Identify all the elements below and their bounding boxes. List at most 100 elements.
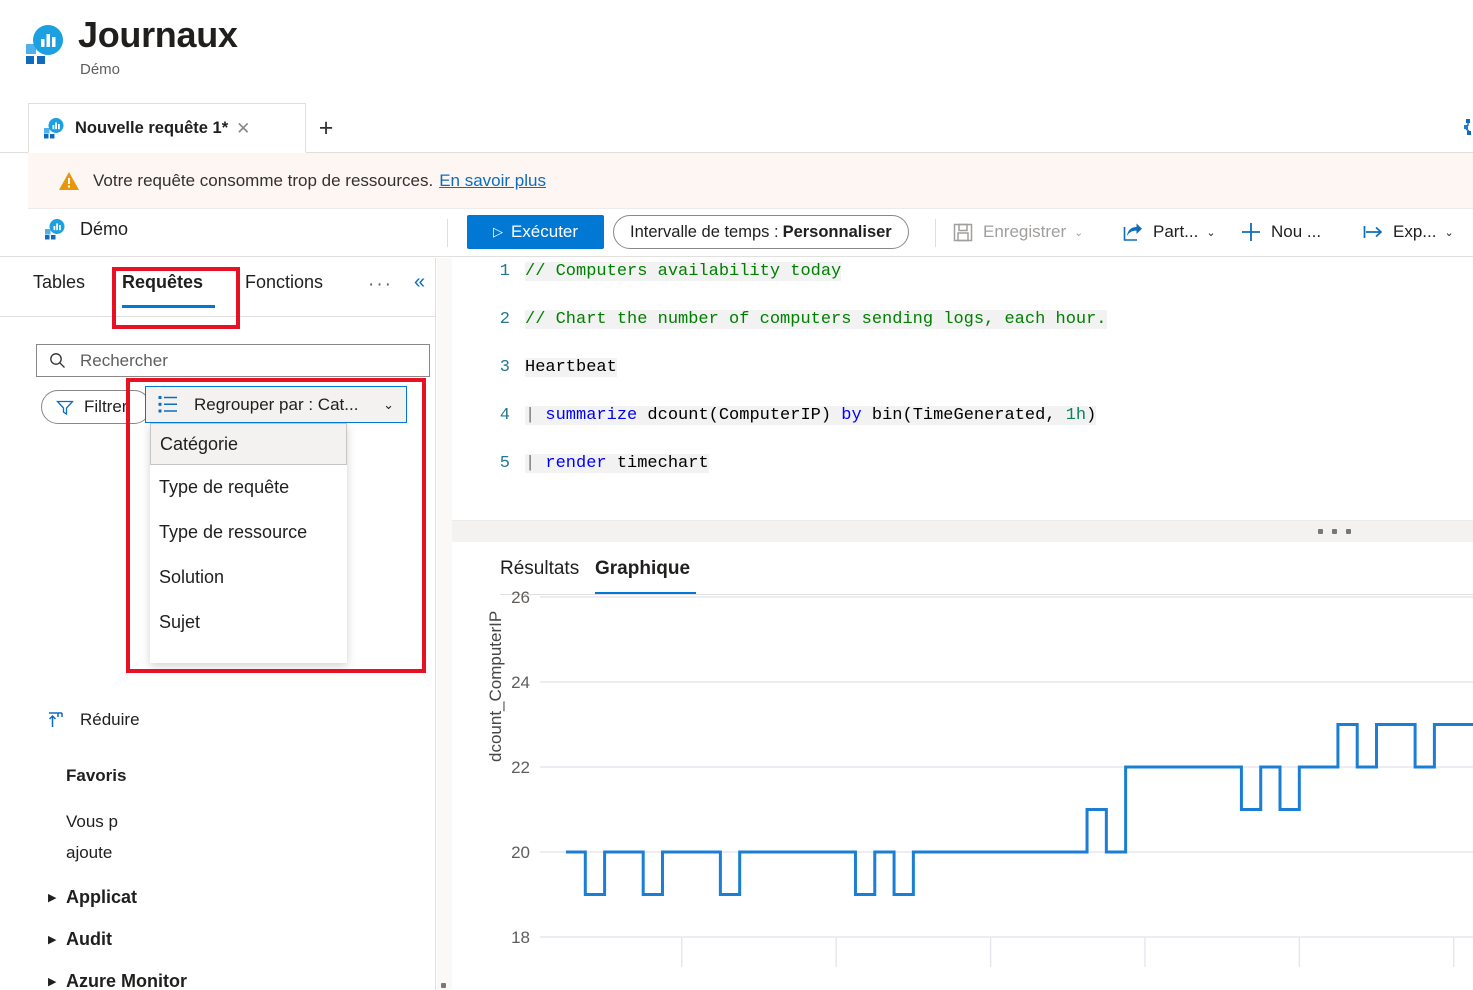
save-icon xyxy=(952,221,974,243)
chevron-right-icon: ▶ xyxy=(48,933,57,946)
resource-warning-banner: Votre requête consomme trop de ressource… xyxy=(28,153,1473,209)
code-line: 2 // Chart the number of computers sendi… xyxy=(452,310,1473,334)
panel-tab-requetes[interactable]: Requêtes xyxy=(122,272,203,293)
warning-text: Votre requête consomme trop de ressource… xyxy=(93,170,434,190)
close-icon[interactable]: ✕ xyxy=(236,120,250,137)
filter-label: Filtrer xyxy=(84,397,128,416)
panel-tab-tables[interactable]: Tables xyxy=(33,272,85,293)
group-by-dropdown-button[interactable]: Regrouper par : Cat... ⌄ xyxy=(145,386,407,423)
tab-resultats[interactable]: Résultats xyxy=(500,558,579,580)
svg-text:20: 20 xyxy=(511,843,530,862)
search-box[interactable] xyxy=(36,344,430,377)
filter-icon xyxy=(56,399,74,416)
run-query-button[interactable]: ▷ Exécuter xyxy=(467,215,604,249)
panel-tab-selected-underline xyxy=(122,305,215,308)
chevron-right-icon: ▶ xyxy=(48,891,57,904)
workspace-label: Démo xyxy=(80,218,129,239)
line-number: 5 xyxy=(499,454,510,473)
add-tab-icon[interactable]: + xyxy=(312,114,340,142)
line-number: 1 xyxy=(499,262,510,281)
query-icon xyxy=(43,117,65,139)
group-list-icon xyxy=(158,395,178,414)
time-range-picker[interactable]: Intervalle de temps : Personnaliser xyxy=(613,215,909,249)
chevron-down-icon: ⌄ xyxy=(1074,226,1084,239)
learn-more-link[interactable]: En savoir plus xyxy=(439,171,546,191)
chevron-down-icon: ⌄ xyxy=(383,396,394,412)
svg-text:22: 22 xyxy=(511,758,530,777)
group-by-option-type-de-ressource[interactable]: Type de ressource xyxy=(150,510,347,555)
log-analytics-icon xyxy=(24,22,68,66)
tree-item-application[interactable]: ▶ Applicat xyxy=(0,876,435,918)
search-icon xyxy=(49,352,66,369)
svg-text:18: 18 xyxy=(511,928,530,947)
command-bar-divider xyxy=(0,256,1473,257)
tab-graphique[interactable]: Graphique xyxy=(595,558,690,580)
new-alert-button[interactable]: Nou ... xyxy=(1240,216,1321,248)
tree-item-label: Azure Monitor xyxy=(66,970,187,990)
share-button[interactable]: Part... ⌄ xyxy=(1122,216,1216,248)
panel-tabs: Tables Requêtes Fonctions ··· « xyxy=(0,258,435,316)
query-tab[interactable]: Nouvelle requête 1* ✕ xyxy=(28,103,306,153)
save-label: Enregistrer xyxy=(983,222,1067,241)
panel-tabs-divider xyxy=(0,316,435,317)
tree-item-label: Audit xyxy=(66,928,112,949)
share-label: Part... xyxy=(1153,222,1199,241)
play-icon: ▷ xyxy=(492,224,503,239)
double-chevron-left-icon[interactable]: « xyxy=(414,271,425,294)
chart-canvas: 18 20 22 24 26 xyxy=(511,588,1473,967)
run-query-label: Exécuter xyxy=(510,222,579,241)
query-editor[interactable]: 1 // Computers availability today 2 // C… xyxy=(452,258,1473,520)
group-by-option-categorie[interactable]: Catégorie xyxy=(150,423,347,465)
drag-handle-icon xyxy=(441,983,448,990)
search-input[interactable] xyxy=(78,349,408,372)
tree-item-label: Applicat xyxy=(66,886,138,907)
workspace-icon xyxy=(44,218,66,240)
line-number: 3 xyxy=(499,358,510,377)
warning-triangle-icon xyxy=(58,171,80,191)
code-line: 3 Heartbeat xyxy=(452,358,1473,382)
command-bar-separator-1 xyxy=(447,219,448,247)
query-explorer-icon[interactable] xyxy=(1453,117,1473,143)
page-header: Journaux Démo xyxy=(0,0,1473,98)
export-button[interactable]: Exp... ⌄ xyxy=(1362,216,1454,248)
export-icon xyxy=(1362,221,1384,243)
favorites-heading: Favoris xyxy=(66,766,127,785)
page-subtitle: Démo xyxy=(80,61,121,78)
time-range-value: Personnaliser xyxy=(782,222,892,241)
group-by-option-sujet[interactable]: Sujet xyxy=(150,600,347,645)
collapse-all-button[interactable]: Réduire xyxy=(48,710,140,730)
time-range-prefix: Intervalle de temps : xyxy=(630,222,779,241)
svg-text:26: 26 xyxy=(511,588,530,607)
query-category-tree: ▶ Applicat ▶ Audit ▶ Azure Monitor ▶ Res… xyxy=(0,876,435,990)
left-panel-border xyxy=(435,258,436,990)
save-button[interactable]: Enregistrer ⌄ xyxy=(952,216,1083,248)
group-by-option-type-de-requete[interactable]: Type de requête xyxy=(150,465,347,510)
more-horizontal-icon[interactable]: ··· xyxy=(368,274,393,296)
horizontal-splitter[interactable] xyxy=(452,520,1473,542)
results-area: Résultats Graphique dcount_ComputerIP 18… xyxy=(452,542,1473,990)
new-alert-label: Nou ... xyxy=(1271,222,1322,241)
group-by-menu: Catégorie Type de requête Type de ressou… xyxy=(150,423,347,663)
group-by-option-solution[interactable]: Solution xyxy=(150,555,347,600)
tree-item-audit[interactable]: ▶ Audit xyxy=(0,918,435,960)
command-bar-separator-2 xyxy=(935,219,936,247)
favorites-description-line2: ajoute xyxy=(66,843,113,862)
tree-item-azure-monitor[interactable]: ▶ Azure Monitor xyxy=(0,960,435,990)
favorites-description: Vous p ajoute xyxy=(66,806,281,868)
workspace-scope[interactable]: Démo xyxy=(44,218,128,240)
drag-handle-icon xyxy=(1318,529,1360,534)
export-label: Exp... xyxy=(1393,222,1437,241)
share-icon xyxy=(1122,221,1144,243)
chevron-right-icon: ▶ xyxy=(48,975,57,988)
chevron-down-icon: ⌄ xyxy=(1206,226,1216,239)
collapse-all-label: Réduire xyxy=(80,710,140,729)
group-by-label: Regrouper par : Cat... xyxy=(194,394,359,414)
timechart[interactable]: dcount_ComputerIP 18 20 22 24 26 xyxy=(452,587,1473,990)
query-tab-label: Nouvelle requête 1* xyxy=(75,118,229,137)
vertical-splitter[interactable] xyxy=(437,258,452,990)
panel-tab-fonctions[interactable]: Fonctions xyxy=(245,272,323,293)
query-tab-strip: Nouvelle requête 1* ✕ + xyxy=(0,103,1473,153)
filter-button[interactable]: Filtrer xyxy=(41,390,151,424)
collapse-all-icon xyxy=(48,711,68,729)
svg-text:24: 24 xyxy=(511,673,530,692)
